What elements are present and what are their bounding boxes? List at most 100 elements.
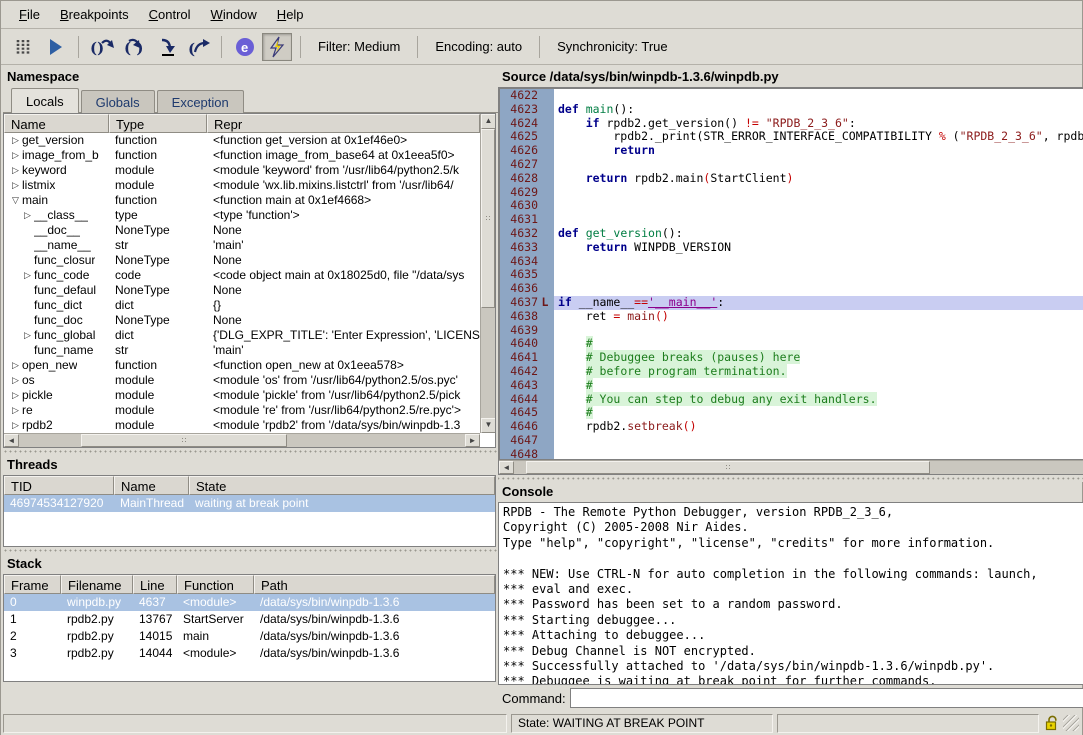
namespace-row[interactable]: __doc__NoneTypeNone: [4, 223, 480, 238]
expander-icon[interactable]: ▷: [9, 418, 22, 433]
scroll-right-icon[interactable]: ►: [465, 434, 480, 447]
source-line[interactable]: 4645 #: [500, 406, 1083, 420]
line-number-gutter[interactable]: 4646: [500, 420, 554, 434]
stack-frame-row[interactable]: 0winpdb.py4637<module>/data/sys/bin/winp…: [4, 594, 495, 611]
namespace-row[interactable]: ▷remodule<module 're' from '/usr/lib64/p…: [4, 403, 480, 418]
source-hscrollbar[interactable]: ◄ ►: [499, 460, 1083, 474]
namespace-row[interactable]: func_namestr'main': [4, 343, 480, 358]
column-header-repr[interactable]: Repr: [207, 114, 480, 133]
source-line[interactable]: 4627: [500, 158, 1083, 172]
goto-button[interactable]: (: [183, 33, 213, 61]
source-line[interactable]: 4625 rpdb2._print(STR_ERROR_INTERFACE_CO…: [500, 130, 1083, 144]
namespace-row[interactable]: ▷func_globaldict{'DLG_EXPR_TITLE': 'Ente…: [4, 328, 480, 343]
source-line[interactable]: 4642 # before program termination.: [500, 365, 1083, 379]
source-line[interactable]: 4628 return rpdb2.main(StartClient): [500, 172, 1083, 186]
source-line[interactable]: 4630: [500, 199, 1083, 213]
scroll-down-icon[interactable]: ▼: [481, 418, 496, 433]
source-line[interactable]: 4648: [500, 448, 1083, 460]
expander-icon[interactable]: ▷: [9, 358, 22, 373]
line-number-gutter[interactable]: 4627: [500, 158, 554, 172]
column-header-frame[interactable]: Frame: [4, 575, 61, 594]
expander-icon[interactable]: ▷: [9, 388, 22, 403]
line-number-gutter[interactable]: 4644: [500, 393, 554, 407]
source-code-view[interactable]: 46224623def main():4624 if rpdb2.get_ver…: [499, 88, 1083, 460]
line-number-gutter[interactable]: 4636: [500, 282, 554, 296]
column-header-tid[interactable]: TID: [4, 476, 114, 495]
namespace-vscrollbar[interactable]: ▲ ▼: [480, 114, 495, 433]
column-header-filename[interactable]: Filename: [61, 575, 133, 594]
line-number-gutter[interactable]: 4643: [500, 379, 554, 393]
column-header-function[interactable]: Function: [177, 575, 254, 594]
source-line[interactable]: 4623def main():: [500, 103, 1083, 117]
source-line[interactable]: 4626 return: [500, 144, 1083, 158]
namespace-row[interactable]: ▷osmodule<module 'os' from '/usr/lib64/p…: [4, 373, 480, 388]
source-line[interactable]: 4632def get_version():: [500, 227, 1083, 241]
source-line[interactable]: 4635: [500, 268, 1083, 282]
go-button[interactable]: [40, 33, 70, 61]
source-line[interactable]: 4633 return WINPDB_VERSION: [500, 241, 1083, 255]
command-input[interactable]: [570, 688, 1083, 708]
scroll-left-icon[interactable]: ◄: [4, 434, 19, 447]
expander-icon[interactable]: ▷: [21, 268, 34, 283]
line-number-gutter[interactable]: 4631: [500, 213, 554, 227]
next-button[interactable]: (): [87, 33, 117, 61]
current-source-line[interactable]: 4637Lif __name__=='__main__':: [500, 296, 1083, 310]
namespace-row[interactable]: ▷listmixmodule<module 'wx.lib.mixins.lis…: [4, 178, 480, 193]
break-button[interactable]: [8, 33, 38, 61]
tab-globals[interactable]: Globals: [81, 90, 155, 113]
source-line[interactable]: 4640 #: [500, 337, 1083, 351]
namespace-row[interactable]: ▷open_newfunction<function open_new at 0…: [4, 358, 480, 373]
menu-control[interactable]: Control: [139, 3, 201, 26]
line-number-gutter[interactable]: 4637L: [500, 296, 554, 310]
source-line[interactable]: 4629: [500, 186, 1083, 200]
menu-file[interactable]: File: [9, 3, 50, 26]
line-number-gutter[interactable]: 4625: [500, 130, 554, 144]
column-header-state[interactable]: State: [189, 476, 495, 495]
expander-icon[interactable]: ▷: [9, 148, 22, 163]
namespace-row[interactable]: ▽mainfunction<function main at 0x1ef4668…: [4, 193, 480, 208]
line-number-gutter[interactable]: 4630: [500, 199, 554, 213]
column-header-name[interactable]: Name: [114, 476, 189, 495]
step-into-button[interactable]: ( ): [119, 33, 149, 61]
horizontal-splitter[interactable]: [3, 448, 498, 455]
encoding-button[interactable]: e: [230, 33, 260, 61]
source-line[interactable]: 4643 #: [500, 379, 1083, 393]
namespace-row[interactable]: ▷get_versionfunction<function get_versio…: [4, 133, 480, 148]
source-line[interactable]: 4624 if rpdb2.get_version() != "RPDB_2_3…: [500, 117, 1083, 131]
source-line[interactable]: 4647: [500, 434, 1083, 448]
namespace-row[interactable]: ▷image_from_bfunction<function image_fro…: [4, 148, 480, 163]
line-number-gutter[interactable]: 4626: [500, 144, 554, 158]
namespace-row[interactable]: ▷picklemodule<module 'pickle' from '/usr…: [4, 388, 480, 403]
thread-row[interactable]: 46974534127920MainThreadwaiting at break…: [4, 495, 495, 512]
source-line[interactable]: 4638 ret = main(): [500, 310, 1083, 324]
line-number-gutter[interactable]: 4645: [500, 406, 554, 420]
line-number-gutter[interactable]: 4648: [500, 448, 554, 460]
menu-breakpoints[interactable]: Breakpoints: [50, 3, 139, 26]
stack-frame-row[interactable]: 3rpdb2.py14044<module>/data/sys/bin/winp…: [4, 645, 495, 662]
resize-grip[interactable]: [1063, 715, 1079, 731]
column-header-type[interactable]: Type: [109, 114, 207, 133]
scroll-left-icon[interactable]: ◄: [499, 461, 514, 474]
namespace-row[interactable]: func_closurNoneTypeNone: [4, 253, 480, 268]
namespace-row[interactable]: func_dictdict{}: [4, 298, 480, 313]
source-line[interactable]: 4641 # Debuggee breaks (pauses) here: [500, 351, 1083, 365]
synchronicity-button[interactable]: [262, 33, 292, 61]
namespace-row[interactable]: __name__str'main': [4, 238, 480, 253]
line-number-gutter[interactable]: 4632: [500, 227, 554, 241]
line-number-gutter[interactable]: 4638: [500, 310, 554, 324]
line-number-gutter[interactable]: 4641: [500, 351, 554, 365]
tab-locals[interactable]: Locals: [11, 88, 79, 113]
line-number-gutter[interactable]: 4640: [500, 337, 554, 351]
source-line[interactable]: 4639: [500, 324, 1083, 338]
return-button[interactable]: [151, 33, 181, 61]
expander-icon[interactable]: ▷: [9, 133, 22, 148]
column-header-line[interactable]: Line: [133, 575, 177, 594]
stack-frame-row[interactable]: 1rpdb2.py13767StartServer/data/sys/bin/w…: [4, 611, 495, 628]
source-line[interactable]: 4646 rpdb2.setbreak(): [500, 420, 1083, 434]
column-header-name[interactable]: Name: [4, 114, 109, 133]
tab-exception[interactable]: Exception: [157, 90, 244, 113]
expander-icon[interactable]: ▷: [9, 403, 22, 418]
source-line[interactable]: 4634: [500, 255, 1083, 269]
line-number-gutter[interactable]: 4634: [500, 255, 554, 269]
expander-icon[interactable]: ▷: [9, 373, 22, 388]
